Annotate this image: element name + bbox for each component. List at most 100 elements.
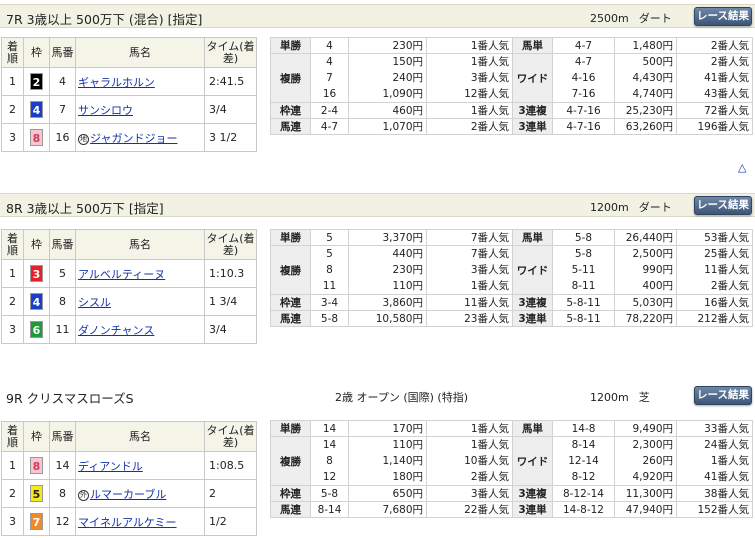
sanrenpuku-pop: 38番人気 bbox=[676, 485, 753, 502]
horse-name-link[interactable]: ギャラルホルン bbox=[78, 76, 155, 89]
fukusho-combos: 5 8 11 bbox=[310, 245, 349, 295]
wakuren-combo: 2-4 bbox=[310, 102, 349, 119]
fukusho-pop: 1番人気 bbox=[470, 280, 509, 292]
waku-badge: 6 bbox=[30, 321, 43, 338]
sanrenpuku-amount: 25,230円 bbox=[614, 102, 677, 119]
waku-badge: 4 bbox=[30, 101, 43, 118]
fukusho-amounts: 110円 1,140円 180円 bbox=[348, 436, 427, 486]
waku-cell: 7 bbox=[23, 507, 50, 536]
horse-name-cell: 地ジャガンドジョー bbox=[75, 123, 205, 152]
waku-cell: 8 bbox=[23, 123, 50, 152]
waku-cell: 6 bbox=[23, 315, 50, 344]
fukusho-label: 複勝 bbox=[270, 53, 311, 103]
wide-amounts: 2,500円 990円 400円 bbox=[614, 245, 677, 295]
wide-amount: 2,300円 bbox=[632, 439, 673, 451]
fukusho-amounts: 440円 230円 110円 bbox=[348, 245, 427, 295]
wide-pop: 11番人気 bbox=[704, 264, 749, 276]
umatan-label: 馬単 bbox=[512, 37, 553, 54]
wide-combo: 12-14 bbox=[568, 455, 599, 467]
tansho-label: 単勝 bbox=[270, 420, 311, 437]
sanrentan-label: 3連単 bbox=[512, 501, 553, 518]
rank-cell: 3 bbox=[1, 507, 24, 536]
rank-cell: 2 bbox=[1, 95, 24, 124]
header-time: タイム(着差) bbox=[204, 421, 257, 452]
header-time: タイム(着差) bbox=[204, 229, 257, 260]
sanrentan-pop: 212番人気 bbox=[676, 310, 753, 327]
wide-combos: 8-14 12-14 8-12 bbox=[552, 436, 615, 486]
horse-number: 11 bbox=[49, 315, 76, 344]
race-distance: 1200m bbox=[590, 201, 629, 214]
payout-row: 複勝 14 8 12 110円 1,140円 180円 1番人気 10番人気 2番人気 ワイ… bbox=[270, 436, 753, 486]
sanrenpuku-label: 3連複 bbox=[512, 485, 553, 502]
wakuren-label: 枠連 bbox=[270, 485, 311, 502]
wide-combo: 5-11 bbox=[571, 264, 596, 276]
wide-pop: 41番人気 bbox=[704, 471, 749, 483]
payout-row: 単勝 14 170円 1番人気 馬単 14-8 9,490円 33番人気 bbox=[270, 420, 753, 437]
horse-name-link[interactable]: シスル bbox=[78, 296, 111, 309]
wide-pop: 25番人気 bbox=[704, 248, 749, 260]
fukusho-amount: 1,090円 bbox=[382, 88, 423, 100]
finish-header-row: 着順 枠 馬番 馬名 タイム(着差) bbox=[1, 421, 257, 452]
rank-cell: 3 bbox=[1, 315, 24, 344]
horse-number: 12 bbox=[49, 507, 76, 536]
horse-name-link[interactable]: サンシロウ bbox=[78, 104, 133, 117]
wide-amount: 990円 bbox=[642, 264, 673, 276]
payout-row: 枠連 2-4 460円 1番人気 3連複 4-7-16 25,230円 72番人… bbox=[270, 102, 753, 119]
fukusho-combo: 7 bbox=[326, 72, 333, 84]
header-waku: 枠 bbox=[23, 37, 50, 68]
header-num: 馬番 bbox=[49, 37, 76, 68]
horse-name-link[interactable]: ダノンチャンス bbox=[78, 324, 154, 337]
umatan-pop: 53番人気 bbox=[676, 229, 753, 246]
fukusho-combo: 8 bbox=[326, 455, 333, 467]
wide-combo: 8-11 bbox=[571, 280, 596, 292]
finish-row: 3 8 16 地ジャガンドジョー 3 1/2 bbox=[1, 123, 257, 152]
sanrenpuku-combo: 5-8-11 bbox=[552, 294, 615, 311]
tansho-combo: 5 bbox=[310, 229, 349, 246]
header-waku: 枠 bbox=[23, 229, 50, 260]
fukusho-combos: 14 8 12 bbox=[310, 436, 349, 486]
finish-header-row: 着順 枠 馬番 馬名 タイム(着差) bbox=[1, 229, 257, 260]
wakuren-combo: 3-4 bbox=[310, 294, 349, 311]
tansho-amount: 3,370円 bbox=[348, 229, 427, 246]
horse-name-link[interactable]: ルマーカーブル bbox=[90, 488, 166, 501]
wide-label: ワイド bbox=[512, 245, 553, 295]
fukusho-amount: 180円 bbox=[392, 471, 423, 483]
fukusho-pops: 1番人気 3番人気 12番人気 bbox=[426, 53, 513, 103]
header-rank: 着順 bbox=[1, 421, 24, 452]
horse-number: 8 bbox=[49, 287, 76, 316]
time-cell: 1:10.3 bbox=[204, 259, 257, 288]
waku-badge: 5 bbox=[30, 485, 43, 502]
waku-badge: 7 bbox=[30, 513, 43, 530]
waku-cell: 2 bbox=[23, 67, 50, 96]
tansho-pop: 7番人気 bbox=[426, 229, 513, 246]
tansho-label: 単勝 bbox=[270, 37, 311, 54]
race-result-button[interactable]: レース結果 bbox=[694, 386, 752, 405]
header-num: 馬番 bbox=[49, 421, 76, 452]
wide-amount: 500円 bbox=[642, 56, 673, 68]
finish-row: 1 8 14 ディアンドル 1:08.5 bbox=[1, 451, 257, 480]
race-result-button[interactable]: レース結果 bbox=[694, 196, 752, 215]
horse-name-cell: シスル bbox=[75, 287, 205, 316]
fukusho-pops: 7番人気 3番人気 1番人気 bbox=[426, 245, 513, 295]
sanrenpuku-combo: 4-7-16 bbox=[552, 102, 615, 119]
horse-name-link[interactable]: ジャガンドジョー bbox=[90, 132, 177, 145]
horse-name-link[interactable]: ディアンドル bbox=[78, 460, 143, 473]
up-triangle-icon[interactable]: △ bbox=[738, 161, 746, 174]
umatan-combo: 4-7 bbox=[552, 37, 615, 54]
horse-name-link[interactable]: アルベルティーヌ bbox=[78, 268, 165, 281]
sanrenpuku-label: 3連複 bbox=[512, 102, 553, 119]
horse-name-cell: ギャラルホルン bbox=[75, 67, 205, 96]
umatan-combo: 14-8 bbox=[552, 420, 615, 437]
race-result-button[interactable]: レース結果 bbox=[694, 7, 752, 26]
fukusho-pop: 10番人気 bbox=[464, 455, 509, 467]
umatan-combo: 5-8 bbox=[552, 229, 615, 246]
umaren-combo: 5-8 bbox=[310, 310, 349, 327]
wide-pop: 24番人気 bbox=[704, 439, 749, 451]
race-title: 9R クリスマスローズS bbox=[6, 391, 134, 406]
horse-name-cell: 外ルマーカーブル bbox=[75, 479, 205, 508]
umaren-amount: 1,070円 bbox=[348, 118, 427, 135]
sanrenpuku-label: 3連複 bbox=[512, 294, 553, 311]
payout-row: 単勝 4 230円 1番人気 馬単 4-7 1,480円 2番人気 bbox=[270, 37, 753, 54]
horse-name-link[interactable]: マイネルアルケミー bbox=[78, 516, 177, 529]
sanrentan-amount: 78,220円 bbox=[614, 310, 677, 327]
